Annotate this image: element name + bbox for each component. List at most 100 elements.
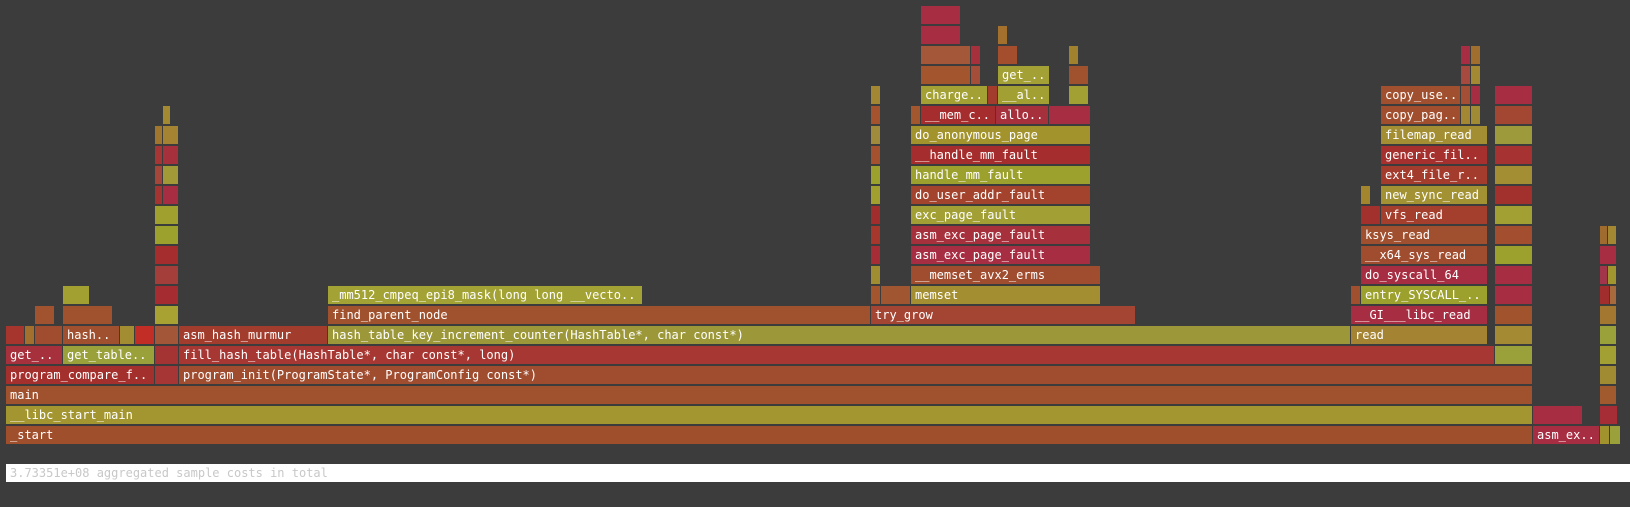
frame[interactable] [155, 306, 178, 324]
frame[interactable] [1600, 366, 1616, 384]
frame-rect[interactable] [911, 146, 1090, 164]
frame-rect[interactable] [871, 246, 880, 264]
frame[interactable] [1610, 426, 1620, 444]
frame[interactable] [1461, 86, 1470, 104]
frame[interactable] [1069, 86, 1088, 104]
frame-rect[interactable] [1600, 246, 1616, 264]
frame[interactable] [155, 366, 178, 384]
frame[interactable]: hash_table_key_increment_counter(HashTab… [328, 326, 1350, 344]
frame-rect[interactable] [998, 66, 1049, 84]
frame-rect[interactable] [911, 226, 1090, 244]
frame[interactable] [155, 266, 178, 284]
frame[interactable]: main [6, 386, 1532, 404]
frame-rect[interactable] [871, 186, 880, 204]
frame-rect[interactable] [1600, 266, 1607, 284]
frame-rect[interactable] [1600, 226, 1607, 244]
frame[interactable] [1471, 106, 1480, 124]
frame-rect[interactable] [871, 306, 1135, 324]
frame[interactable] [971, 46, 980, 64]
frame[interactable] [1495, 266, 1532, 284]
frame-rect[interactable] [1600, 406, 1617, 424]
frame[interactable] [155, 246, 178, 264]
frame[interactable]: find_parent_node [328, 306, 870, 324]
frame-rect[interactable] [1600, 426, 1609, 444]
frame[interactable] [163, 186, 178, 204]
frame[interactable] [1495, 346, 1532, 364]
frame-rect[interactable] [1495, 206, 1532, 224]
frame[interactable] [921, 46, 970, 64]
frame[interactable] [63, 286, 89, 304]
frame-rect[interactable] [1351, 326, 1487, 344]
frame-rect[interactable] [911, 246, 1090, 264]
frame-rect[interactable] [120, 326, 134, 344]
frame-rect[interactable] [998, 86, 1049, 104]
frame[interactable]: get_.. [6, 346, 62, 364]
frame-rect[interactable] [871, 126, 880, 144]
frame-rect[interactable] [163, 146, 178, 164]
frame[interactable] [871, 266, 880, 284]
frame[interactable] [155, 146, 162, 164]
frame[interactable]: _mm512_cmpeq_epi8_mask(long long __vecto… [328, 286, 642, 304]
frame[interactable]: handle_mm_fault [911, 166, 1090, 184]
frame-rect[interactable] [971, 66, 980, 84]
frame[interactable] [871, 226, 880, 244]
frame[interactable] [1049, 106, 1090, 124]
frame[interactable]: ksys_read [1361, 226, 1487, 244]
frame[interactable] [921, 6, 960, 24]
frame[interactable] [1600, 266, 1607, 284]
frame-rect[interactable] [1361, 266, 1487, 284]
frame-rect[interactable] [911, 166, 1090, 184]
frame-rect[interactable] [871, 86, 880, 104]
frame-rect[interactable] [1471, 66, 1480, 84]
frame-rect[interactable] [1381, 146, 1487, 164]
frame[interactable]: __memset_avx2_erms [911, 266, 1100, 284]
frame-rect[interactable] [63, 286, 89, 304]
frame-rect[interactable] [1461, 66, 1470, 84]
frame[interactable] [1600, 406, 1617, 424]
frame-rect[interactable] [1361, 286, 1487, 304]
frame[interactable]: get_table.. [63, 346, 154, 364]
frame-rect[interactable] [1381, 106, 1460, 124]
frame-rect[interactable] [1471, 106, 1480, 124]
frame-rect[interactable] [155, 346, 178, 364]
frame-rect[interactable] [998, 26, 1007, 44]
frame-rect[interactable] [155, 226, 178, 244]
frame-rect[interactable] [871, 146, 880, 164]
frame[interactable] [1495, 246, 1532, 264]
frame-rect[interactable] [163, 186, 178, 204]
frame[interactable] [1608, 266, 1616, 284]
frame-rect[interactable] [1495, 226, 1532, 244]
frame-rect[interactable] [135, 326, 154, 344]
frame-rect[interactable] [996, 106, 1048, 124]
frame[interactable]: __handle_mm_fault [911, 146, 1090, 164]
frame[interactable] [871, 146, 880, 164]
frame-rect[interactable] [6, 386, 1532, 404]
frame[interactable]: _start [6, 426, 1532, 444]
frame[interactable] [1495, 186, 1532, 204]
frame[interactable] [1600, 226, 1607, 244]
frame[interactable] [871, 106, 880, 124]
frame-rect[interactable] [921, 6, 960, 24]
frame-rect[interactable] [35, 326, 62, 344]
frame[interactable] [1495, 226, 1532, 244]
frame-rect[interactable] [1069, 66, 1088, 84]
frame[interactable] [1069, 46, 1078, 64]
frame-rect[interactable] [63, 326, 119, 344]
frame[interactable]: do_syscall_64 [1361, 266, 1487, 284]
frame-rect[interactable] [1381, 166, 1487, 184]
frame[interactable]: get_.. [998, 66, 1049, 84]
frame[interactable] [155, 326, 178, 344]
frame[interactable] [1471, 66, 1480, 84]
frame[interactable]: allo.. [996, 106, 1048, 124]
frame[interactable] [971, 66, 980, 84]
frame-rect[interactable] [871, 206, 880, 224]
frame[interactable]: vfs_read [1381, 206, 1487, 224]
frame-rect[interactable] [163, 126, 178, 144]
frame-rect[interactable] [871, 166, 880, 184]
frame[interactable] [871, 86, 880, 104]
frame[interactable] [155, 286, 178, 304]
frame[interactable]: read [1351, 326, 1487, 344]
frame[interactable] [1495, 126, 1532, 144]
frame-rect[interactable] [911, 126, 1090, 144]
frame[interactable]: ext4_file_r.. [1381, 166, 1487, 184]
